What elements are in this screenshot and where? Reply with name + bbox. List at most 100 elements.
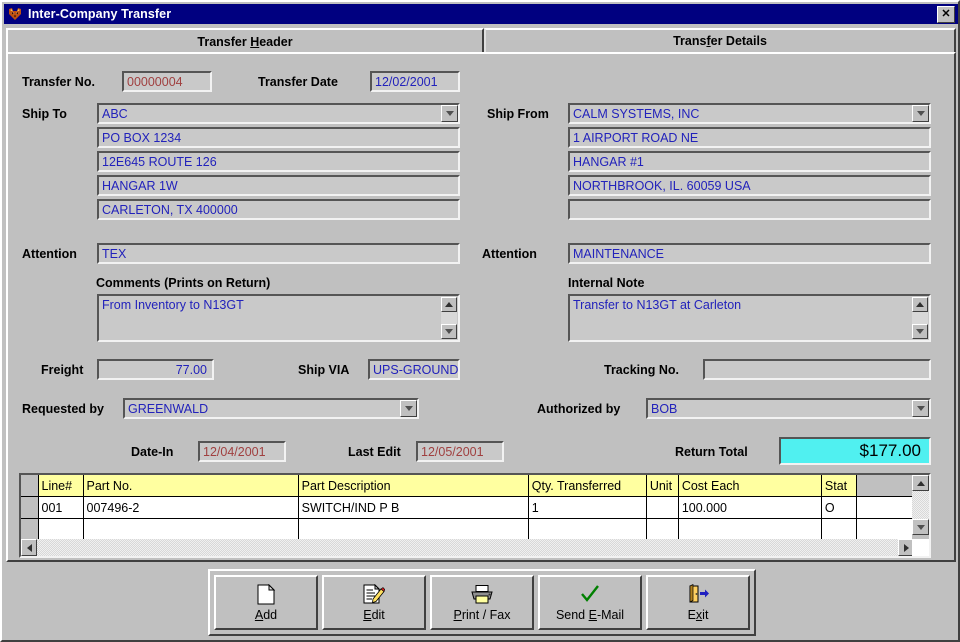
col-part-no[interactable]: Part No. [83, 475, 298, 497]
ship-from-line1[interactable]: 1 AIRPORT ROAD NE [568, 127, 931, 148]
scroll-left-icon[interactable] [21, 539, 37, 556]
edit-button-label: Edit [363, 608, 385, 622]
authorized-by-value: BOB [651, 402, 677, 416]
cell-cost-each[interactable]: 100.000 [678, 497, 821, 519]
requested-by-label: Requested by [22, 402, 104, 416]
comments-value: From Inventory to N13GT [102, 298, 244, 312]
ship-to-attention-field[interactable]: TEX [97, 243, 460, 264]
cell-part-no[interactable]: 007496-2 [83, 497, 298, 519]
col-part-description[interactable]: Part Description [298, 475, 528, 497]
chevron-down-icon[interactable] [441, 105, 458, 122]
transfer-no-field[interactable]: 00000004 [122, 71, 212, 92]
scrollbar-thumb[interactable] [912, 491, 929, 519]
exit-button[interactable]: Exit [646, 575, 750, 630]
cell-unit[interactable] [646, 497, 678, 519]
chevron-down-icon[interactable] [458, 361, 460, 378]
ship-from-name-combo[interactable]: CALM SYSTEMS, INC [568, 103, 931, 124]
ship-from-line3[interactable]: NORTHBROOK, IL. 60059 USA [568, 175, 931, 196]
col-line-number[interactable]: Line# [38, 475, 83, 497]
transfer-lines-grid[interactable]: Line# Part No. Part Description Qty. Tra… [19, 473, 931, 558]
grid-horizontal-scrollbar[interactable] [21, 539, 914, 556]
comments-label: Comments (Prints on Return) [96, 276, 270, 290]
grid-vertical-scrollbar[interactable] [912, 475, 929, 539]
chevron-down-icon[interactable] [912, 400, 929, 417]
scroll-down-icon[interactable] [912, 324, 928, 339]
col-stat[interactable]: Stat [821, 475, 856, 497]
cell-stat[interactable] [821, 519, 856, 541]
send-email-button[interactable]: Send E-Mail [538, 575, 642, 630]
return-total-field: $177.00 [779, 437, 931, 465]
requested-by-value: GREENWALD [128, 402, 208, 416]
ship-via-combo[interactable]: UPS-GROUND [368, 359, 460, 380]
authorized-by-combo[interactable]: BOB [646, 398, 931, 419]
chevron-down-icon[interactable] [912, 105, 929, 122]
cell-part-no[interactable] [83, 519, 298, 541]
comments-scrollbar[interactable] [441, 297, 457, 339]
add-button[interactable]: Add [214, 575, 318, 630]
col-unit[interactable]: Unit [646, 475, 678, 497]
scroll-up-icon[interactable] [441, 297, 457, 312]
chevron-down-icon[interactable] [400, 400, 417, 417]
close-icon[interactable]: ✕ [937, 6, 955, 23]
freight-field[interactable]: 77.00 [97, 359, 214, 380]
scroll-down-icon[interactable] [912, 519, 929, 535]
ship-via-label: Ship VIA [298, 363, 349, 377]
edit-button[interactable]: Edit [322, 575, 426, 630]
table-row[interactable]: 001 007496-2 SWITCH/IND P B 1 100.000 O [21, 497, 929, 519]
edit-page-icon [363, 583, 385, 605]
ship-to-line2[interactable]: 12E645 ROUTE 126 [97, 151, 460, 172]
tab-transfer-header[interactable]: Transfer Header [6, 28, 484, 54]
scroll-up-icon[interactable] [912, 297, 928, 312]
cell-line-number[interactable] [38, 519, 83, 541]
cell-stat[interactable]: O [821, 497, 856, 519]
tab-transfer-header-label: Transfer Header [197, 35, 292, 49]
date-in-field[interactable]: 12/04/2001 [198, 441, 286, 462]
comments-textarea[interactable]: From Inventory to N13GT [97, 294, 460, 342]
app-window: Inter-Company Transfer ✕ Transfer Header… [0, 0, 960, 642]
cell-cost-each[interactable] [678, 519, 821, 541]
tracking-no-field[interactable] [703, 359, 931, 380]
scrollbar-corner [912, 539, 929, 556]
requested-by-combo[interactable]: GREENWALD [123, 398, 419, 419]
cell-unit[interactable] [646, 519, 678, 541]
ship-to-attention-label: Attention [22, 247, 77, 261]
ship-from-attention-field[interactable]: MAINTENANCE [568, 243, 931, 264]
ship-to-line4[interactable]: CARLETON, TX 400000 [97, 199, 460, 220]
cell-line-number[interactable]: 001 [38, 497, 83, 519]
ship-from-line2[interactable]: HANGAR #1 [568, 151, 931, 172]
ship-from-label: Ship From [487, 107, 549, 121]
return-total-label: Return Total [675, 445, 748, 459]
tab-transfer-details-label: Transfer Details [673, 34, 767, 48]
transfer-date-field[interactable]: 12/02/2001 [370, 71, 460, 92]
date-in-label: Date-In [131, 445, 173, 459]
window-title: Inter-Company Transfer [28, 7, 171, 21]
tab-transfer-details[interactable]: Transfer Details [484, 28, 956, 54]
print-fax-button[interactable]: Print / Fax [430, 575, 534, 630]
row-select-corner[interactable] [21, 475, 38, 497]
internal-note-scrollbar[interactable] [912, 297, 928, 339]
toolbar: Add Edit [208, 569, 756, 636]
ship-from-line4[interactable] [568, 199, 931, 220]
cell-part-description[interactable] [298, 519, 528, 541]
table-row[interactable] [21, 519, 929, 541]
ship-to-line1[interactable]: PO BOX 1234 [97, 127, 460, 148]
row-selector[interactable] [21, 497, 38, 519]
ship-from-name-value: CALM SYSTEMS, INC [573, 107, 699, 121]
ship-to-name-value: ABC [102, 107, 128, 121]
printer-icon [470, 583, 494, 605]
internal-note-textarea[interactable]: Transfer to N13GT at Carleton [568, 294, 931, 342]
transfer-date-label: Transfer Date [258, 75, 338, 89]
scroll-down-icon[interactable] [441, 324, 457, 339]
scroll-up-icon[interactable] [912, 475, 929, 491]
title-bar: Inter-Company Transfer ✕ [4, 4, 958, 24]
col-qty-transferred[interactable]: Qty. Transferred [528, 475, 646, 497]
ship-to-line3[interactable]: HANGAR 1W [97, 175, 460, 196]
last-edit-field[interactable]: 12/05/2001 [416, 441, 504, 462]
col-cost-each[interactable]: Cost Each [678, 475, 821, 497]
transfer-no-label: Transfer No. [22, 75, 95, 89]
cell-qty-transferred[interactable]: 1 [528, 497, 646, 519]
row-selector[interactable] [21, 519, 38, 541]
cell-part-description[interactable]: SWITCH/IND P B [298, 497, 528, 519]
cell-qty-transferred[interactable] [528, 519, 646, 541]
ship-to-name-combo[interactable]: ABC [97, 103, 460, 124]
